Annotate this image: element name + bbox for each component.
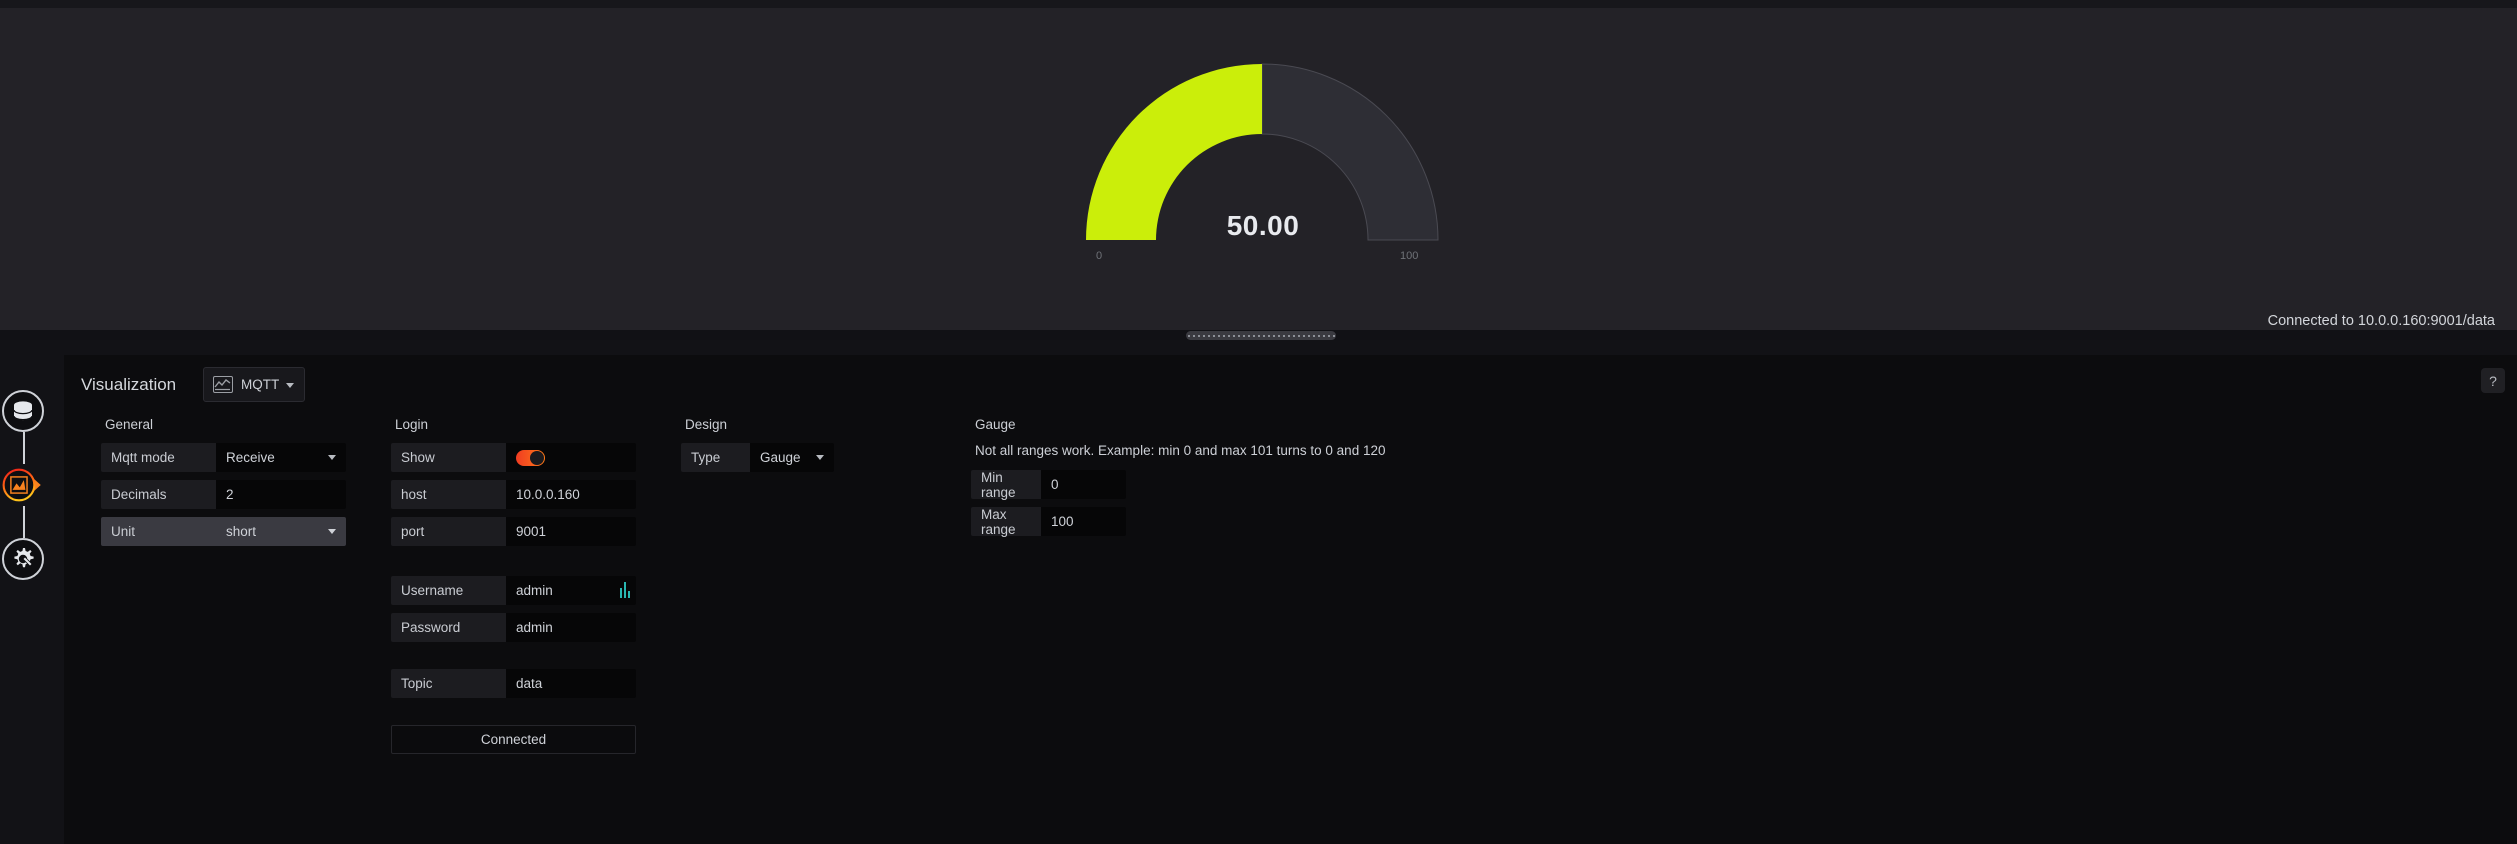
field-username[interactable]: Username admin bbox=[391, 576, 636, 605]
database-icon bbox=[11, 400, 35, 422]
username-input[interactable]: admin bbox=[506, 576, 636, 605]
host-input[interactable]: 10.0.0.160 bbox=[506, 480, 636, 509]
help-button[interactable]: ? bbox=[2481, 368, 2505, 393]
panel-resize-handle[interactable] bbox=[1186, 331, 1336, 340]
decimals-input[interactable]: 2 bbox=[216, 480, 346, 509]
visualization-type-value: MQTT bbox=[241, 377, 280, 392]
field-label: Show bbox=[391, 443, 506, 472]
field-label: Unit bbox=[101, 517, 216, 546]
chevron-down-icon bbox=[286, 383, 294, 388]
chevron-down-icon bbox=[816, 455, 824, 460]
password-manager-icon[interactable] bbox=[619, 582, 630, 598]
section-login: Login Show host 10.0.0.160 port 9001 Use… bbox=[391, 417, 681, 754]
field-label: Decimals bbox=[101, 480, 216, 509]
visualization-bar: Visualization MQTT ? bbox=[64, 355, 2517, 417]
rail-node-visualization[interactable] bbox=[2, 464, 44, 506]
gauge-max-tick: 100 bbox=[1400, 250, 1419, 262]
connect-button[interactable]: Connected bbox=[391, 725, 636, 754]
field-value-text: Gauge bbox=[760, 450, 801, 465]
topic-input[interactable]: data bbox=[506, 669, 636, 698]
gauge-value-label: 50.00 bbox=[1226, 210, 1300, 241]
field-label: Topic bbox=[391, 669, 506, 698]
section-title-login: Login bbox=[395, 417, 429, 432]
section-design: Design Type Gauge bbox=[681, 417, 971, 480]
field-value-text: short bbox=[226, 524, 257, 539]
min-range-input[interactable]: 0 bbox=[1041, 470, 1126, 499]
section-title-gauge: Gauge bbox=[975, 417, 1016, 432]
field-value-text: Receive bbox=[226, 450, 275, 465]
gauge-panel: 50.00 0 100 Connected to 10.0.0.160:9001… bbox=[0, 8, 2517, 330]
show-toggle-cell[interactable] bbox=[506, 443, 636, 472]
field-password[interactable]: Password admin bbox=[391, 613, 636, 642]
field-value[interactable]: short bbox=[216, 517, 346, 546]
rail-node-datasource[interactable] bbox=[2, 390, 44, 432]
field-port[interactable]: port 9001 bbox=[391, 517, 636, 546]
field-max-range[interactable]: Max range 100 bbox=[971, 507, 1126, 537]
gear-wrench-icon bbox=[10, 546, 36, 572]
visualization-type-select[interactable]: MQTT bbox=[203, 367, 305, 402]
field-value[interactable]: Gauge bbox=[750, 443, 834, 472]
field-host[interactable]: host 10.0.0.160 bbox=[391, 480, 636, 509]
field-mqtt-mode[interactable]: Mqtt mode Receive bbox=[101, 443, 346, 472]
port-input[interactable]: 9001 bbox=[506, 517, 636, 546]
show-toggle[interactable] bbox=[516, 449, 545, 466]
chevron-down-icon bbox=[328, 529, 336, 534]
rail-connector bbox=[23, 432, 25, 464]
rail-node-settings[interactable] bbox=[2, 538, 44, 580]
field-label: host bbox=[391, 480, 506, 509]
field-label: Password bbox=[391, 613, 506, 642]
section-gauge: Gauge Not all ranges work. Example: min … bbox=[971, 417, 1871, 544]
field-min-range[interactable]: Min range 0 bbox=[971, 470, 1126, 500]
field-design-type[interactable]: Type Gauge bbox=[681, 443, 834, 472]
field-show[interactable]: Show bbox=[391, 443, 636, 472]
max-range-input[interactable]: 100 bbox=[1041, 507, 1126, 536]
section-title-general: General bbox=[105, 417, 154, 432]
gauge-help-text: Not all ranges work. Example: min 0 and … bbox=[975, 443, 1386, 458]
options-inner: Visualization MQTT ? General Mqtt mode R… bbox=[64, 355, 2517, 844]
field-label: Min range bbox=[971, 470, 1041, 500]
section-general: General Mqtt mode Receive Decimals 2 Uni… bbox=[101, 417, 391, 554]
username-value: admin bbox=[516, 583, 553, 598]
graph-panel-icon bbox=[213, 376, 233, 393]
section-title-design: Design bbox=[685, 417, 728, 432]
field-unit[interactable]: Unit short bbox=[101, 517, 346, 546]
field-decimals[interactable]: Decimals 2 bbox=[101, 480, 346, 509]
gauge-min-tick: 0 bbox=[1096, 250, 1103, 262]
field-value[interactable]: Receive bbox=[216, 443, 346, 472]
chevron-down-icon bbox=[328, 455, 336, 460]
toggle-knob bbox=[530, 450, 544, 465]
password-input[interactable]: admin bbox=[506, 613, 636, 642]
field-label: Mqtt mode bbox=[101, 443, 216, 472]
field-topic[interactable]: Topic data bbox=[391, 669, 636, 698]
options-pane: Visualization MQTT ? General Mqtt mode R… bbox=[0, 340, 2517, 844]
node-rail bbox=[0, 390, 48, 610]
top-strip bbox=[0, 0, 2517, 8]
field-label: port bbox=[391, 517, 506, 546]
field-label: Max range bbox=[971, 507, 1041, 537]
field-label: Type bbox=[681, 443, 750, 472]
field-label: Username bbox=[391, 576, 506, 605]
visualization-label: Visualization bbox=[81, 375, 177, 394]
rail-connector bbox=[23, 506, 25, 538]
connection-status-text: Connected to 10.0.0.160:9001/data bbox=[2267, 313, 2495, 329]
